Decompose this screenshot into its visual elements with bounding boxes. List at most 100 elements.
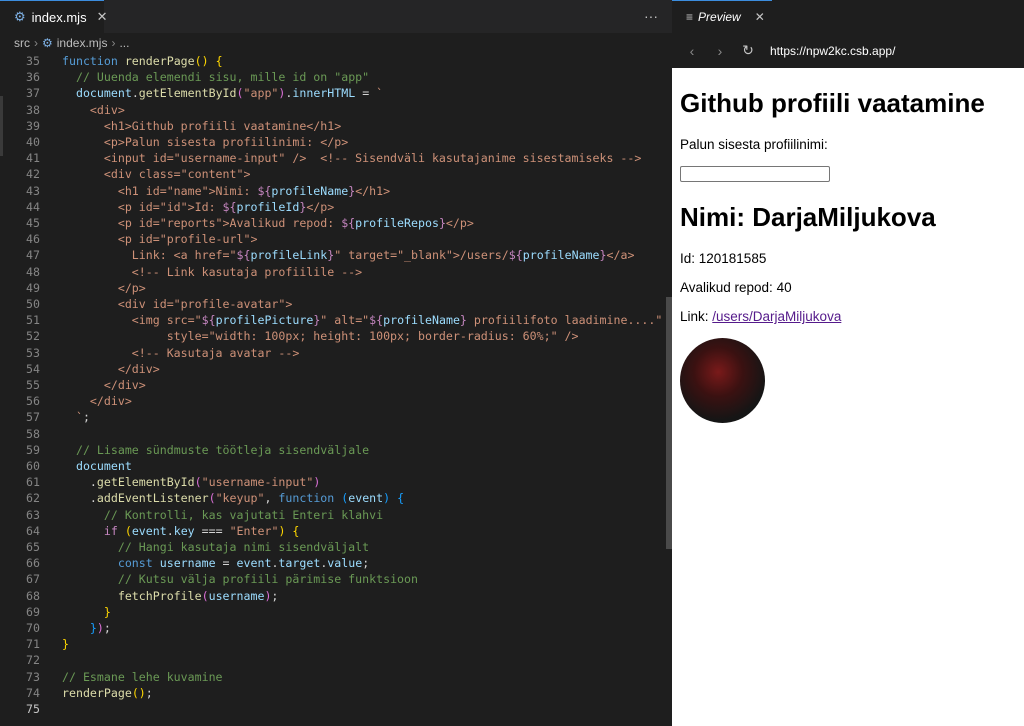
- line-number: 42: [26, 167, 40, 182]
- code-line: 35 function renderPage() {: [0, 53, 665, 69]
- code-line: 43 <h1 id="name">Nimi: ${profileName}</h…: [0, 183, 665, 199]
- code-text: const username = event.target.value;: [117, 556, 370, 571]
- code-text: // Kontrolli, kas vajutati Enteri klahvi: [103, 507, 384, 522]
- preview-panel: ≡ Preview ✕ ‹ › ↻ https://npw2kc.csb.app…: [672, 0, 1024, 726]
- code-text: document: [75, 459, 132, 473]
- line-number: 70: [26, 621, 40, 635]
- code-text: </div>: [62, 361, 160, 376]
- breadcrumb-more[interactable]: ...: [119, 36, 129, 50]
- breadcrumb: src › ⚙ index.mjs › ...: [0, 33, 672, 53]
- editor-tab-bar: ⚙ index.mjs ✕ ···: [0, 0, 672, 33]
- code-text: // Hangi kasutaja nimi sisendväljalt: [117, 540, 370, 554]
- preview-icon: ≡: [686, 10, 694, 24]
- line-number: 49: [26, 280, 40, 295]
- page-title: Github profiili vaatamine: [680, 88, 985, 118]
- code-text: .addEventListener("keyup", function (eve…: [62, 491, 405, 506]
- username-input[interactable]: [680, 166, 830, 182]
- tab-label: index.mjs: [31, 9, 87, 25]
- line-number: 58: [26, 426, 40, 441]
- code-line: 73 // Esmane lehe kuvamine: [0, 669, 665, 685]
- tab-preview[interactable]: ≡ Preview ✕: [672, 0, 772, 33]
- code-line: 49 </p>: [0, 280, 665, 296]
- line-number: 66: [26, 556, 40, 571]
- prompt-text: Palun sisesta profiilinimi:: [680, 137, 828, 152]
- code-text: .getElementById("username-input"): [62, 475, 321, 490]
- code-text: fetchProfile(username);: [117, 588, 279, 603]
- more-actions-icon[interactable]: ···: [644, 8, 658, 24]
- code-text: <p id="profile-url">: [62, 232, 258, 247]
- chevron-right-icon: ›: [34, 36, 38, 50]
- code-line: 41 <input id="username-input" /> <!-- Si…: [0, 150, 665, 166]
- code-text: }: [62, 637, 69, 652]
- code-line: 60 document: [0, 458, 665, 474]
- line-number: 73: [26, 669, 40, 684]
- preview-tab-bar: ≡ Preview ✕: [672, 0, 1024, 33]
- line-number: 55: [26, 378, 40, 392]
- reload-icon[interactable]: ↻: [734, 42, 762, 59]
- line-number: 74: [26, 685, 40, 700]
- code-area[interactable]: 35 function renderPage() {36 // Uuenda el…: [0, 53, 665, 726]
- close-tab-icon[interactable]: ✕: [97, 9, 108, 25]
- code-line: 38 <div>: [0, 102, 665, 118]
- code-text: `;: [62, 410, 90, 425]
- code-line: 74 renderPage();: [0, 685, 665, 701]
- line-number: 62: [26, 491, 40, 506]
- line-number: 41: [26, 151, 40, 166]
- code-text: });: [89, 621, 111, 635]
- tab-index-mjs[interactable]: ⚙ index.mjs ✕: [0, 0, 107, 33]
- breadcrumb-file[interactable]: index.mjs: [57, 36, 108, 50]
- forward-arrow-icon[interactable]: ›: [706, 43, 734, 59]
- code-line: 44 <p id="id">Id: ${profileId}</p>: [0, 199, 665, 215]
- code-line: 71}: [0, 636, 665, 652]
- url-bar[interactable]: https://npw2kc.csb.app/: [770, 44, 895, 58]
- code-line: 61 .getElementById("username-input"): [0, 474, 665, 490]
- line-number: 75: [26, 702, 40, 716]
- code-text: <p id="reports">Avalikud repod: ${profil…: [62, 216, 474, 230]
- line-number: 51: [26, 313, 40, 328]
- close-tab-icon[interactable]: ✕: [755, 10, 765, 24]
- code-editor[interactable]: ⚙ index.mjs ✕ ··· src › ⚙ index.mjs › ..…: [0, 0, 672, 726]
- code-line: 59 // Lisame sündmuste töötleja sisendvä…: [0, 442, 665, 458]
- code-line: 51 <img src="${profilePicture}" alt="${p…: [0, 312, 665, 328]
- code-line: 45 <p id="reports">Avalikud repod: ${pro…: [0, 215, 665, 231]
- line-number: 61: [26, 475, 40, 490]
- line-number: 38: [26, 102, 40, 117]
- code-text: // Lisame sündmuste töötleja sisendvälja…: [75, 442, 370, 457]
- code-line: 65 // Hangi kasutaja nimi sisendväljalt: [0, 539, 665, 555]
- line-number: 69: [26, 604, 40, 619]
- code-text: </div>: [62, 394, 132, 409]
- code-line: 55 </div>: [0, 377, 665, 393]
- code-text: </div>: [62, 378, 146, 392]
- line-number: 56: [26, 394, 40, 409]
- code-text: <img src="${profilePicture}" alt="${prof…: [62, 313, 663, 328]
- line-number: 40: [26, 135, 40, 149]
- code-line: 47 Link: <a href="${profileLink}" target…: [0, 247, 665, 263]
- profile-link[interactable]: /users/DarjaMiljukova: [712, 309, 841, 324]
- code-line: 64 if (event.key === "Enter") {: [0, 523, 665, 539]
- line-number: 67: [26, 572, 40, 587]
- code-text: // Uuenda elemendi sisu, mille id on "ap…: [75, 70, 370, 85]
- code-text: <div id="profile-avatar">: [62, 297, 293, 311]
- breadcrumb-src[interactable]: src: [14, 36, 30, 50]
- line-number: 65: [26, 540, 40, 554]
- code-line: 56 </div>: [0, 393, 665, 409]
- line-number: 60: [26, 459, 40, 473]
- profile-repos: Avalikud repod: 40: [680, 280, 792, 295]
- code-line: 39 <h1>Github profiili vaatamine</h1>: [0, 118, 665, 134]
- code-text: <p id="id">Id: ${profileId}</p>: [62, 199, 335, 214]
- code-text: <!-- Kasutaja avatar -->: [62, 345, 300, 360]
- line-number: 59: [26, 442, 40, 457]
- profile-name-heading: Nimi: DarjaMiljukova: [680, 202, 936, 232]
- code-text: <!-- Link kasutaja profiilile -->: [62, 264, 363, 279]
- code-text: if (event.key === "Enter") {: [103, 523, 300, 538]
- code-text: </p>: [62, 280, 146, 295]
- line-number: 39: [26, 118, 40, 133]
- code-text: renderPage();: [62, 685, 153, 700]
- code-line: 68 fetchProfile(username);: [0, 588, 665, 604]
- line-number: 64: [26, 523, 40, 538]
- back-arrow-icon[interactable]: ‹: [678, 43, 706, 59]
- link-prefix: Link:: [680, 309, 713, 324]
- code-text: }: [103, 604, 111, 619]
- profile-avatar: [680, 338, 765, 423]
- code-text: <p>Palun sisesta profiilinimi: </p>: [62, 135, 349, 149]
